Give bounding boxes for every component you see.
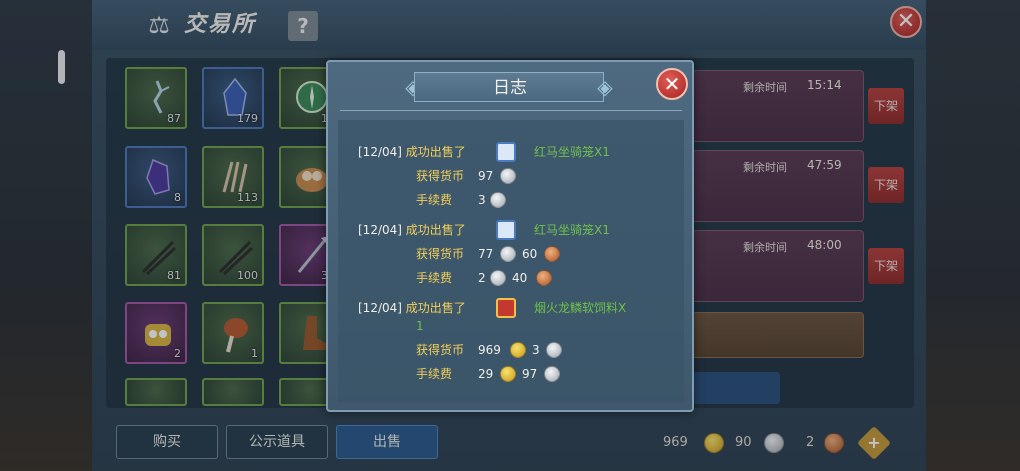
income-label: 获得货币 <box>416 247 465 261</box>
dialog-close-button[interactable]: ✕ <box>656 68 688 100</box>
dialog-title: 日志 <box>493 78 527 98</box>
log-date: [12/04] <box>358 223 402 237</box>
log-date: [12/04] <box>358 301 402 315</box>
log-entry-header: [12/04] 成功出售了 <box>358 298 466 318</box>
log-dialog: ◈ 日志 ◈ ✕ [12/04] 成功出售了 红马坐骑笼X1 获得货币 97 手… <box>326 60 694 412</box>
income-label: 获得货币 <box>416 343 465 357</box>
fee-amount: 3 <box>478 193 486 207</box>
income-amount: 3 <box>532 343 540 357</box>
log-date: [12/04] <box>358 145 402 159</box>
income-amount: 60 <box>522 247 538 261</box>
fee-amount: 29 <box>478 367 494 381</box>
copper-coin-icon <box>544 246 560 262</box>
silver-coin-icon <box>500 246 516 262</box>
silver-coin-icon <box>546 342 562 358</box>
lantern-item-icon <box>496 220 516 240</box>
log-action: 成功出售了 <box>405 223 466 237</box>
log-item-name: 烟火龙鳞软饲料X <box>534 301 627 315</box>
fee-label: 手续费 <box>416 271 453 285</box>
fee-label: 手续费 <box>416 193 453 207</box>
dialog-title-box: 日志 <box>414 72 604 102</box>
chest-item-icon <box>496 298 516 318</box>
title-ornament-right-icon: ◈ <box>597 75 613 99</box>
log-action: 成功出售了 <box>405 145 466 159</box>
log-item-name: 红马坐骑笼X1 <box>534 145 610 159</box>
gold-coin-icon <box>500 366 516 382</box>
log-list[interactable]: [12/04] 成功出售了 红马坐骑笼X1 获得货币 97 手续费 3 [12/… <box>338 120 684 402</box>
log-entry-header: [12/04] 成功出售了 <box>358 220 466 240</box>
log-item-name-cont: 1 <box>416 319 424 333</box>
silver-coin-icon <box>500 168 516 184</box>
fee-amount: 40 <box>512 271 528 285</box>
silver-coin-icon <box>544 366 560 382</box>
income-label: 获得货币 <box>416 169 465 183</box>
silver-coin-icon <box>490 270 506 286</box>
fee-label: 手续费 <box>416 367 453 381</box>
copper-coin-icon <box>536 270 552 286</box>
gold-coin-icon <box>510 342 526 358</box>
income-amount: 77 <box>478 247 494 261</box>
fee-amount: 2 <box>478 271 486 285</box>
log-action: 成功出售了 <box>405 301 466 315</box>
income-amount: 969 <box>478 343 501 357</box>
fee-amount: 97 <box>522 367 538 381</box>
lantern-item-icon <box>496 142 516 162</box>
silver-coin-icon <box>490 192 506 208</box>
log-entry-header: [12/04] 成功出售了 <box>358 142 466 162</box>
log-item-name: 红马坐骑笼X1 <box>534 223 610 237</box>
income-amount: 97 <box>478 169 494 183</box>
dialog-divider <box>340 110 682 111</box>
